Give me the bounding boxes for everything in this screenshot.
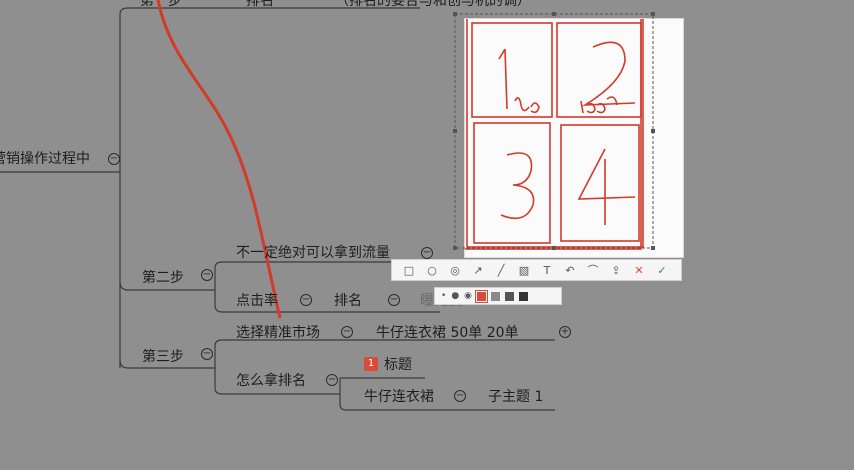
save-icon[interactable]: ⇪: [609, 264, 623, 277]
color-swatch-darkgray[interactable]: [505, 291, 515, 301]
color-swatch-red[interactable]: [475, 289, 489, 303]
cancel-icon[interactable]: ✕: [632, 264, 646, 277]
ellipse-tool-icon[interactable]: ○: [425, 264, 439, 277]
undo-icon[interactable]: ↶: [563, 264, 577, 277]
confirm-icon[interactable]: ✓: [655, 264, 669, 277]
color-size-picker: • ● ◉: [434, 287, 562, 305]
brush-size-small-icon[interactable]: •: [441, 291, 446, 301]
pen-tool-icon[interactable]: ╱: [494, 264, 508, 277]
annotation-toolbar: □ ○ ◎ ↗ ╱ ▧ T ↶ ⌒ ⇪ ✕ ✓: [391, 259, 682, 281]
selection-frame[interactable]: [0, 0, 854, 470]
color-swatch-gray[interactable]: [491, 291, 501, 301]
rectangle-tool-icon[interactable]: □: [402, 264, 416, 277]
brush-size-medium-icon[interactable]: ●: [451, 291, 459, 301]
brush-size-large-icon[interactable]: ◉: [464, 291, 472, 301]
arrow-tool-icon[interactable]: ↗: [471, 264, 485, 277]
mosaic-tool-icon[interactable]: ◎: [448, 264, 462, 277]
pin-icon[interactable]: ⌒: [586, 262, 600, 278]
color-swatch-black[interactable]: [519, 291, 529, 301]
text-tool-icon[interactable]: T: [540, 264, 554, 277]
blur-tool-icon[interactable]: ▧: [517, 264, 531, 277]
